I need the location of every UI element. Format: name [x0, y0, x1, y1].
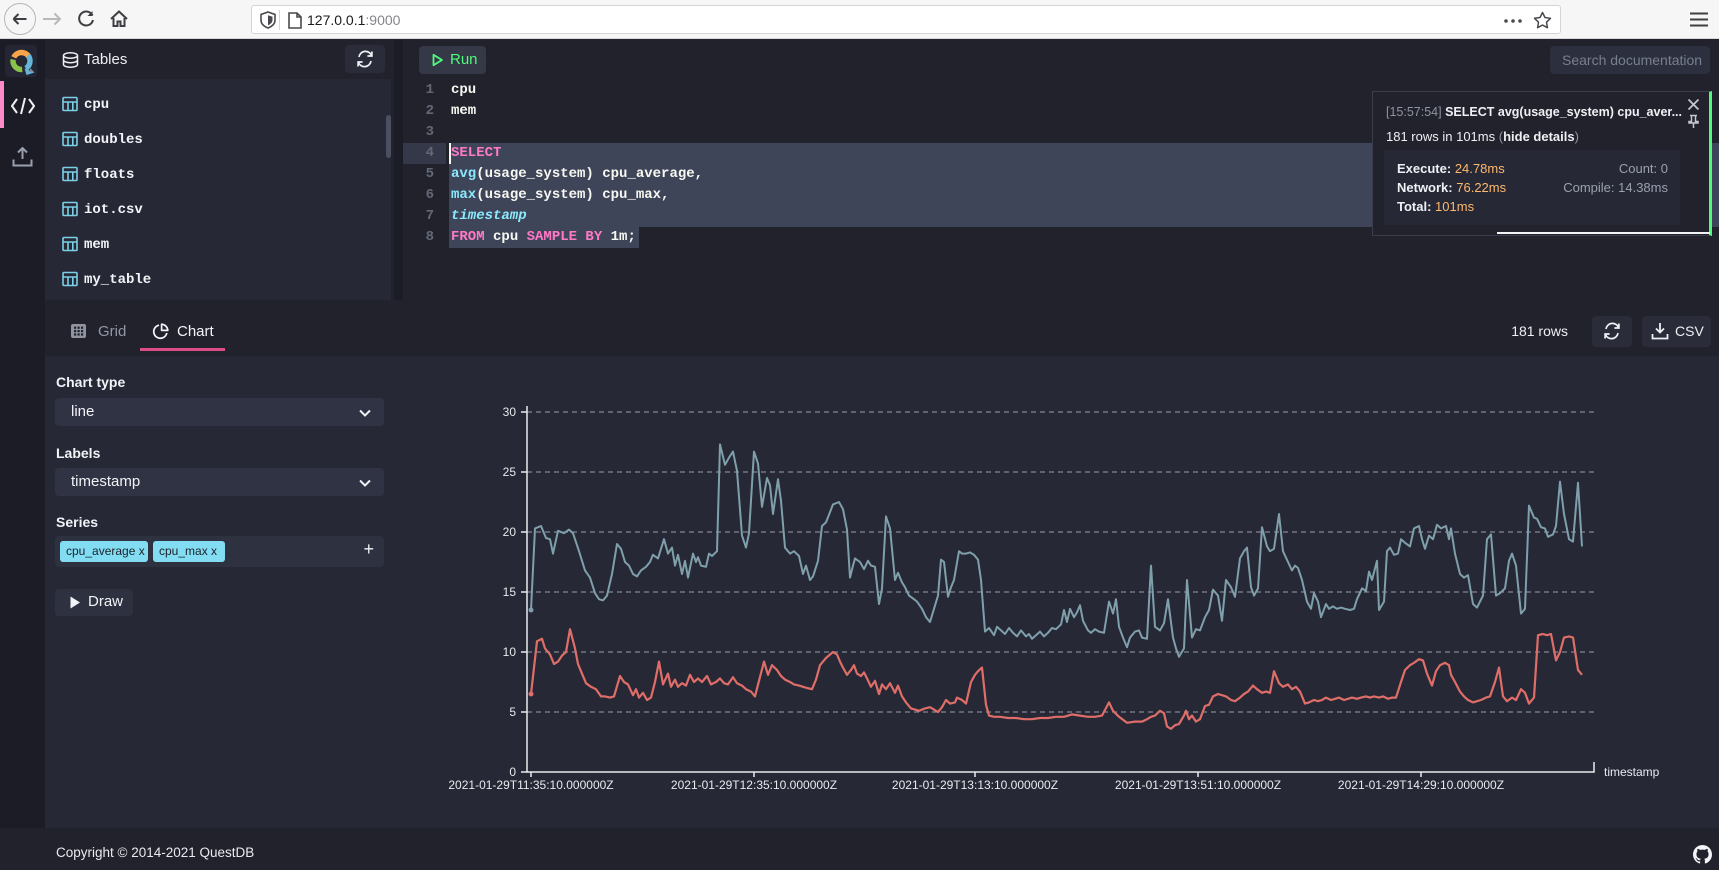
svg-text:2021-01-29T13:13:10.000000Z: 2021-01-29T13:13:10.000000Z [892, 778, 1058, 792]
svg-text:timestamp: timestamp [1604, 765, 1660, 779]
svg-text:25: 25 [503, 465, 517, 479]
svg-text:30: 30 [503, 405, 517, 419]
svg-text:5: 5 [509, 705, 516, 719]
svg-text:2021-01-29T13:51:10.000000Z: 2021-01-29T13:51:10.000000Z [1115, 778, 1281, 792]
svg-text:0: 0 [509, 765, 516, 779]
svg-text:15: 15 [503, 585, 517, 599]
svg-text:2021-01-29T12:35:10.000000Z: 2021-01-29T12:35:10.000000Z [671, 778, 837, 792]
svg-text:2021-01-29T14:29:10.000000Z: 2021-01-29T14:29:10.000000Z [1338, 778, 1504, 792]
svg-text:2021-01-29T11:35:10.000000Z: 2021-01-29T11:35:10.000000Z [448, 778, 613, 792]
svg-text:10: 10 [503, 645, 517, 659]
svg-text:20: 20 [503, 525, 517, 539]
